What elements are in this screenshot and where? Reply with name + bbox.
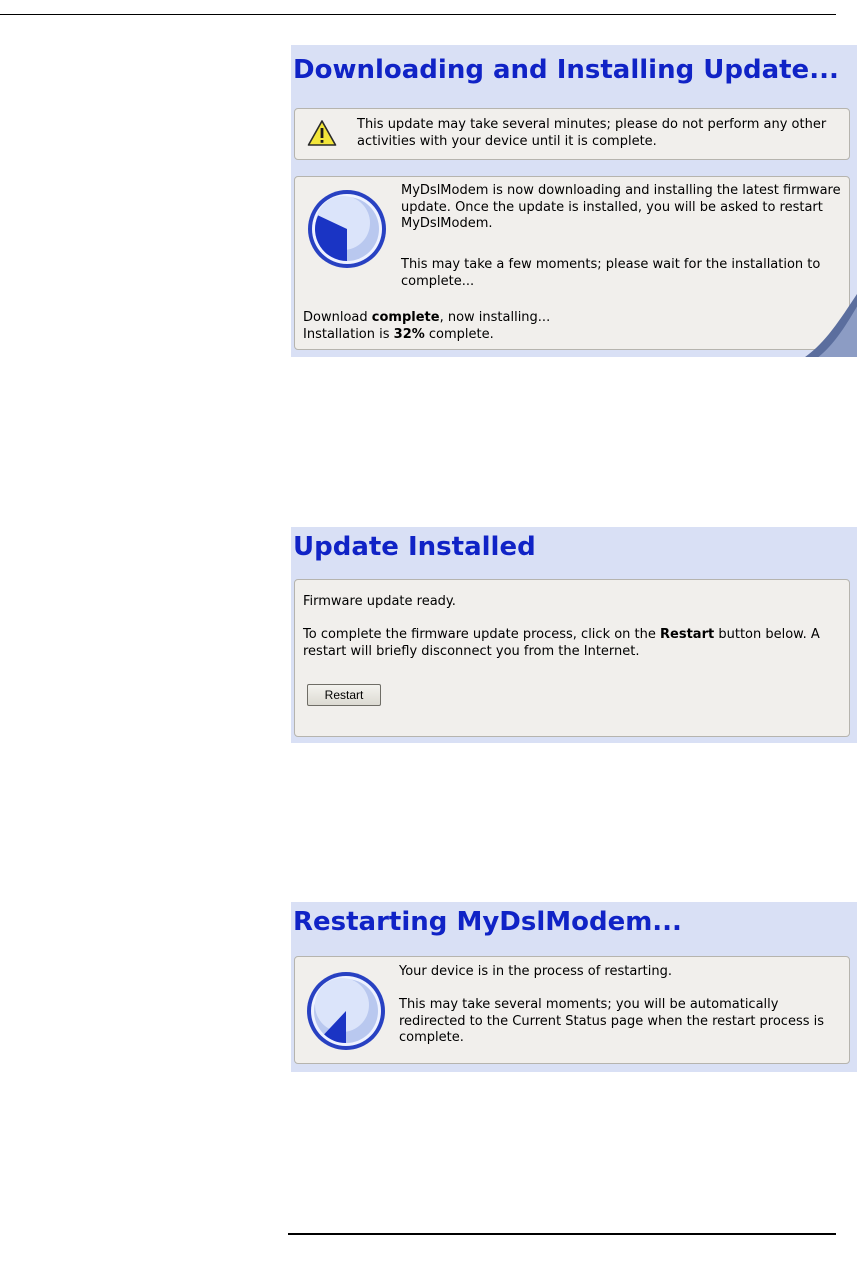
install-status-suffix: complete. — [424, 327, 494, 342]
restarting-detail-text: This may take several moments; you will … — [399, 997, 825, 1045]
download-status-line: Download complete, now installing... — [303, 310, 550, 327]
restart-button[interactable]: Restart — [307, 684, 381, 706]
download-status-value: complete — [371, 310, 440, 325]
warning-box: This update may take several minutes; pl… — [294, 108, 850, 160]
update-ready-box: Firmware update ready. To complete the f… — [294, 579, 850, 737]
install-percent: 32% — [393, 327, 425, 342]
header-rule — [0, 14, 836, 15]
restarting-panel: Restarting MyDslModem... Your device is … — [291, 902, 857, 1072]
progress-box: MyDslModem is now downloading and instal… — [294, 176, 850, 350]
firmware-ready-text: Firmware update ready. — [303, 594, 456, 609]
update-installed-panel: Update Installed Firmware update ready. … — [291, 527, 857, 743]
install-status-line: Installation is 32% complete. — [303, 327, 494, 344]
downloading-info-text: MyDslModem is now downloading and instal… — [401, 183, 841, 231]
downloading-panel: Downloading and Installing Update... Thi… — [291, 45, 857, 357]
wait-text: This may take a few moments; please wait… — [401, 257, 821, 289]
restart-instruction-bold: Restart — [660, 627, 715, 642]
restarting-status-text: Your device is in the process of restart… — [399, 964, 673, 979]
downloading-title: Downloading and Installing Update... — [293, 55, 839, 85]
footer-rule — [288, 1233, 836, 1235]
install-status-prefix: Installation is — [303, 327, 394, 342]
progress-clock-icon — [308, 190, 386, 268]
restarting-box: Your device is in the process of restart… — [294, 956, 850, 1064]
decorative-swoosh — [805, 294, 857, 357]
warning-triangle-icon — [307, 120, 337, 146]
restart-instruction-text: To complete the firmware update process,… — [303, 627, 843, 660]
download-status-suffix: , now installing... — [439, 310, 551, 325]
update-installed-title: Update Installed — [293, 532, 536, 562]
warning-text: This update may take several minutes; pl… — [357, 117, 827, 149]
progress-clock-icon — [307, 972, 385, 1050]
restarting-title: Restarting MyDslModem... — [293, 907, 682, 937]
download-status-prefix: Download — [303, 310, 372, 325]
restart-instruction-prefix: To complete the firmware update process,… — [303, 627, 661, 642]
